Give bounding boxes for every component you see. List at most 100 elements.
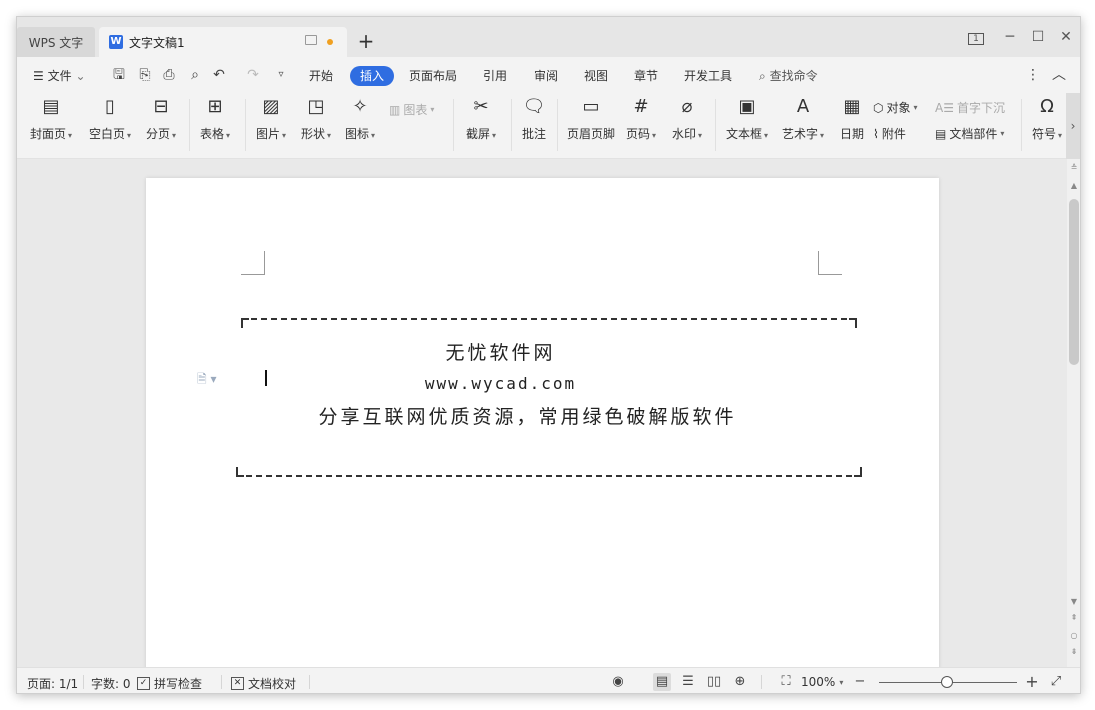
page-view-icon[interactable]: 1	[965, 27, 987, 47]
watermark-button[interactable]: ⌀ 水印	[669, 95, 705, 142]
drop-cap-button[interactable]: A☰ 首字下沉	[935, 99, 1005, 116]
doc-text-line-2[interactable]: www.wycad.com	[146, 374, 939, 393]
zoom-out-icon[interactable]: −	[851, 673, 869, 691]
scissors-icon: ✂	[473, 96, 489, 117]
zoom-in-icon[interactable]: +	[1023, 673, 1041, 691]
document-page[interactable]: 无忧软件网 🗎 ▾ www.wycad.com 分享互联网优质资源，常用绿色破解…	[146, 178, 939, 667]
blank-page-button[interactable]: ▯ 空白页	[85, 95, 135, 142]
document-canvas[interactable]: 无忧软件网 🗎 ▾ www.wycad.com 分享互联网优质资源，常用绿色破解…	[17, 159, 1067, 667]
object-button[interactable]: ⬡ 对象 ▾	[873, 99, 918, 116]
page-break-label: 分页	[141, 125, 181, 142]
browse-object-icon[interactable]: ○	[1067, 631, 1080, 640]
scroll-top-icon[interactable]: ≙	[1067, 163, 1080, 172]
doc-text-line-1[interactable]: 无忧软件网	[146, 338, 939, 365]
status-bar: 页面: 1/1 字数: 0 ✓ 拼写检查 ✕ 文档校对 ◉ ▤ ☰ ▯▯ ⊕ ⛶…	[17, 667, 1080, 693]
title-bar: WPS 文字 W 文字文稿1 + 1 ─ ☐ ✕	[17, 17, 1080, 57]
scroll-down-icon[interactable]: ▼	[1067, 597, 1080, 606]
print-preview-icon[interactable]: ⌕	[187, 67, 203, 83]
date-button[interactable]: ▦ 日期	[837, 95, 867, 142]
web-view-icon[interactable]: ⊕	[731, 673, 749, 691]
tab-start[interactable]: 开始	[309, 66, 333, 86]
page-number-button[interactable]: # 页码	[623, 95, 659, 142]
tab-document[interactable]: W 文字文稿1	[99, 27, 347, 57]
attachment-button[interactable]: ⌇ 附件	[873, 125, 906, 142]
save-icon[interactable]: 🖫	[111, 67, 127, 83]
drop-cap-icon: A☰	[935, 100, 954, 115]
page-break-icon: ⊟	[153, 96, 169, 117]
zoom-level-label: 100%	[801, 675, 836, 689]
customize-toolbar-icon[interactable]: ▿	[273, 67, 289, 83]
watermark-icon: ⌀	[681, 96, 693, 117]
symbol-button[interactable]: Ω 符号	[1027, 95, 1067, 142]
text-box-button[interactable]: ▣ 文本框	[723, 95, 771, 142]
chart-button[interactable]: ▥ 图表 ▾	[389, 101, 434, 118]
spell-check-button[interactable]: ✓ 拼写检查	[137, 675, 202, 692]
shape-button[interactable]: ◳ 形状	[297, 95, 335, 142]
cover-page-button[interactable]: ▤ 封面页	[27, 95, 75, 142]
tab-view[interactable]: 视图	[584, 66, 608, 86]
text-box-label: 文本框	[723, 125, 771, 142]
doc-proof-button[interactable]: ✕ 文档校对	[231, 675, 296, 692]
doc-parts-icon: ▤	[935, 126, 947, 141]
next-page-icon[interactable]: ⇟	[1067, 647, 1080, 656]
word-art-button[interactable]: A 艺术字	[779, 95, 827, 142]
close-icon[interactable]: ✕	[1055, 27, 1077, 47]
tab-chapter[interactable]: 章节	[634, 66, 658, 86]
picture-label: 图片	[253, 125, 289, 142]
monitor-icon[interactable]	[305, 35, 317, 45]
table-button[interactable]: ⊞ 表格	[195, 95, 235, 142]
new-tab-button[interactable]: +	[355, 29, 377, 53]
picture-button[interactable]: ▨ 图片	[253, 95, 289, 142]
doc-parts-button[interactable]: ▤ 文档部件 ▾	[935, 125, 1004, 142]
page-break-button[interactable]: ⊟ 分页	[141, 95, 181, 142]
fullscreen-icon[interactable]: ⤢	[1047, 673, 1065, 691]
page-indicator[interactable]: 页面: 1/1	[27, 675, 78, 692]
scroll-up-icon[interactable]: ▲	[1067, 181, 1080, 190]
chevron-down-icon: ▾	[839, 677, 844, 687]
fit-page-icon[interactable]: ⛶	[777, 673, 795, 691]
blank-page-label: 空白页	[85, 125, 135, 142]
tab-page-layout[interactable]: 页面布局	[409, 66, 457, 86]
page-view-mode-icon[interactable]: ▤	[653, 673, 671, 691]
eye-protection-icon[interactable]: ◉	[609, 673, 627, 691]
export-pdf-icon[interactable]: ⎘	[137, 67, 153, 83]
word-count[interactable]: 字数: 0	[91, 675, 131, 692]
reading-view-icon[interactable]: ▯▯	[705, 673, 723, 691]
comment-button[interactable]: 🗨 批注	[519, 95, 549, 142]
header-footer-button[interactable]: ▭ 页眉页脚	[565, 95, 617, 142]
unsaved-dot-icon	[327, 39, 333, 45]
collapse-ribbon-icon[interactable]: ︿	[1051, 67, 1067, 83]
doc-text-line-3[interactable]: 分享互联网优质资源，常用绿色破解版软件	[146, 402, 939, 429]
icon-button[interactable]: ✧ 图标	[341, 95, 379, 142]
undo-icon[interactable]: ↶	[211, 67, 227, 83]
tab-review[interactable]: 审阅	[534, 66, 558, 86]
menu-bar: ☰ 文件 ⌄ 🖫 ⎘ ⎙ ⌕ ↶ ↷ ▿ 开始 插入 页面布局 引用 审阅 视图…	[17, 57, 1080, 93]
zoom-slider-knob[interactable]	[941, 676, 953, 688]
tab-references[interactable]: 引用	[483, 66, 507, 86]
tab-developer[interactable]: 开发工具	[684, 66, 732, 86]
minimize-icon[interactable]: ─	[999, 27, 1021, 47]
vertical-scrollbar[interactable]: ≙ ▲ ▼ ⇞ ○ ⇟	[1067, 159, 1080, 667]
ribbon-scroll-right-icon[interactable]: ›	[1066, 93, 1080, 159]
print-icon[interactable]: ⎙	[161, 67, 177, 83]
word-art-label: 艺术字	[779, 125, 827, 142]
scrollbar-thumb[interactable]	[1069, 199, 1079, 365]
search-command[interactable]: ⌕ 查找命令	[759, 66, 818, 86]
file-menu[interactable]: ☰ 文件 ⌄	[33, 66, 86, 86]
tab-wps-home[interactable]: WPS 文字	[17, 27, 95, 57]
ribbon-divider	[245, 99, 246, 151]
page-number-label: 页码	[623, 125, 659, 142]
zoom-level-dropdown[interactable]: 100% ▾	[801, 675, 843, 689]
prev-page-icon[interactable]: ⇞	[1067, 613, 1080, 622]
word-doc-icon: W	[109, 35, 123, 49]
shape-label: 形状	[297, 125, 335, 142]
tab-insert[interactable]: 插入	[350, 66, 395, 86]
tab-wps-home-label: WPS 文字	[28, 35, 84, 50]
picture-icon: ▨	[262, 96, 280, 117]
maximize-icon[interactable]: ☐	[1027, 27, 1049, 47]
more-options-icon[interactable]: ⋮	[1025, 67, 1041, 83]
redo-icon[interactable]: ↷	[245, 67, 261, 83]
status-divider	[83, 675, 84, 689]
screenshot-button[interactable]: ✂ 截屏	[463, 95, 499, 142]
outline-view-icon[interactable]: ☰	[679, 673, 697, 691]
